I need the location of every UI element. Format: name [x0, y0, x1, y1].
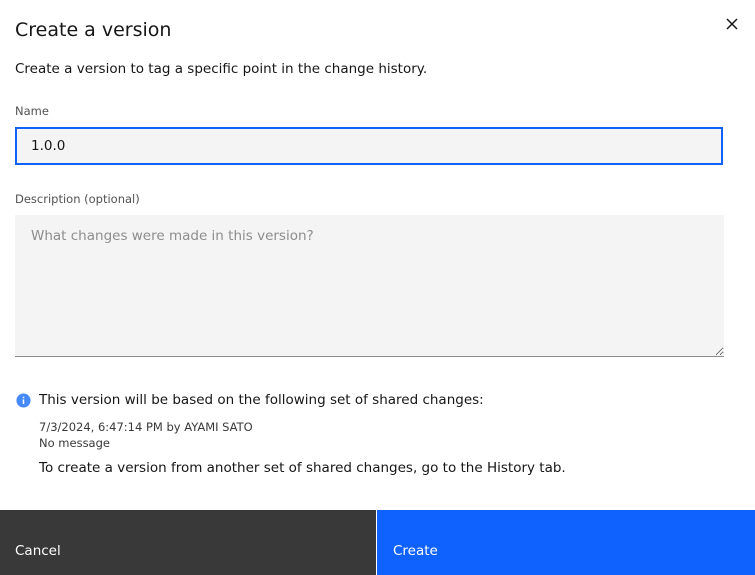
description-textarea[interactable]: [15, 215, 724, 357]
dialog-title: Create a version: [15, 19, 172, 41]
dialog-subtitle: Create a version to tag a specific point…: [15, 61, 428, 77]
create-button[interactable]: Create: [377, 510, 755, 575]
create-version-dialog: Create a version Create a version to tag…: [0, 0, 755, 575]
info-message: This version will be based on the follow…: [39, 392, 484, 408]
changeset-message: No message: [39, 436, 110, 450]
description-label: Description (optional): [15, 192, 140, 206]
close-button[interactable]: [720, 12, 744, 36]
info-icon: [16, 393, 31, 408]
changeset-timestamp: 7/3/2024, 6:47:14 PM by AYAMI SATO: [39, 420, 253, 434]
close-icon: [726, 18, 738, 30]
cancel-button[interactable]: Cancel: [0, 510, 376, 575]
name-input[interactable]: [15, 127, 723, 165]
history-hint: To create a version from another set of …: [39, 460, 566, 476]
name-label: Name: [15, 104, 49, 118]
